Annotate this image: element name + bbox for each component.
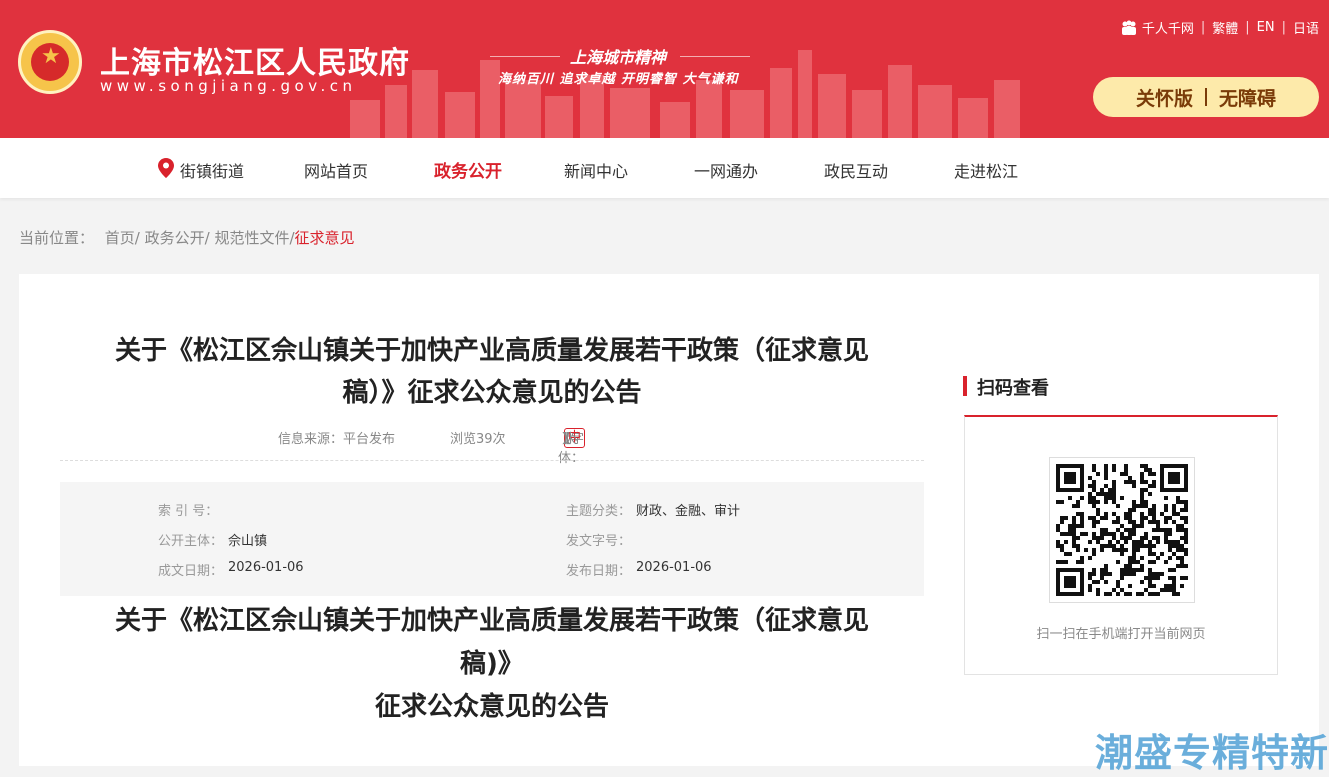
category-value: 财政、金融、审计	[636, 504, 741, 519]
separator: |	[1245, 20, 1250, 35]
info-source: 信息来源：平台发布	[278, 432, 396, 447]
created-date-value: 2026-01-06	[228, 560, 304, 575]
publisher-label: 公开主体：	[158, 534, 224, 549]
body-title-line-2: 稿)》	[460, 649, 524, 679]
nav-item-news[interactable]: 新闻中心	[564, 158, 628, 182]
breadcrumb-label: 当前位置：	[19, 229, 95, 247]
qr-section-title: 扫码查看	[963, 374, 1049, 400]
breadcrumb-current: 征求意见	[294, 229, 355, 247]
separator: |	[1281, 20, 1286, 35]
link-traditional-chinese[interactable]: 繁體	[1212, 18, 1238, 37]
body-title-line-1: 关于《松江区佘山镇关于加快产业高质量发展若干政策（征求意见	[114, 606, 869, 636]
link-japanese[interactable]: 日语	[1293, 18, 1319, 37]
category-label: 主题分类：	[566, 504, 632, 519]
qr-code-graphic	[1056, 464, 1188, 596]
people-icon	[1121, 20, 1136, 35]
body-title-line-3: 征求公众意见的公告	[374, 692, 609, 722]
nav-item-about[interactable]: 走进松江	[954, 158, 1018, 182]
nav-item-interaction[interactable]: 政民互动	[824, 158, 888, 182]
city-spirit-title: 上海城市精神	[570, 48, 667, 67]
breadcrumb: 当前位置： 首页/ 政务公开/ 规范性文件/征求意见	[19, 227, 355, 248]
article-body-title: 关于《松江区佘山镇关于加快产业高质量发展若干政策（征求意见 稿)》 征求公众意见…	[60, 600, 924, 729]
accessible-button[interactable]: 无障碍	[1219, 84, 1276, 111]
document-info-table: 索 引 号： 公开主体： 佘山镇 成文日期： 2026-01-06 主题分类： …	[60, 482, 924, 596]
qr-panel: 扫一扫在手机端打开当前网页	[964, 415, 1278, 675]
nav-item-towns[interactable]: 街镇街道	[180, 158, 244, 182]
site-header: ★ 上海市松江区人民政府 www.songjiang.gov.cn 上海城市精神…	[0, 0, 1329, 138]
font-size-close: 】	[562, 432, 576, 447]
published-date-label: 发布日期：	[566, 564, 632, 579]
care-mode-button[interactable]: 关怀版	[1136, 84, 1193, 111]
link-english[interactable]: EN	[1257, 20, 1275, 35]
national-emblem-logo[interactable]: ★	[18, 30, 82, 94]
link-qianren-qianwang[interactable]: 千人千网	[1142, 18, 1194, 37]
title-line-2: 稿）》征求公众意见的公告	[342, 378, 642, 408]
divider	[60, 460, 924, 461]
index-number-label: 索 引 号：	[158, 504, 219, 519]
breadcrumb-home[interactable]: 首页/	[105, 229, 140, 247]
city-spirit-motto: 海纳百川 追求卓越 开明睿智 大气谦和	[498, 72, 739, 87]
breadcrumb-normative-docs[interactable]: 规范性文件/	[214, 229, 294, 247]
page-title: 关于《松江区佘山镇关于加快产业高质量发展若干政策（征求意见 稿）》征求公众意见的…	[60, 330, 924, 414]
accessibility-toggle: 关怀版 无障碍	[1093, 77, 1319, 117]
location-pin-icon	[158, 158, 174, 178]
nav-item-gov-affairs[interactable]: 政务公开	[434, 157, 502, 182]
document-number-label: 发文字号：	[566, 534, 632, 549]
button-divider	[1205, 88, 1207, 106]
view-count: 浏览39次	[450, 432, 506, 447]
main-nav: 街镇街道 网站首页 政务公开 新闻中心 一网通办 政民互动 走进松江	[0, 138, 1329, 198]
watermark-text: 潮盛专精特新	[1094, 731, 1329, 775]
publisher-value: 佘山镇	[228, 534, 268, 549]
spirit-divider-left	[490, 56, 560, 57]
published-date-value: 2026-01-06	[636, 560, 712, 575]
separator: |	[1200, 20, 1206, 35]
spirit-divider-right	[680, 56, 750, 57]
site-title[interactable]: 上海市松江区人民政府	[100, 38, 410, 82]
created-date-label: 成文日期：	[158, 564, 224, 579]
breadcrumb-gov-affairs[interactable]: 政务公开/	[145, 229, 210, 247]
title-line-1: 关于《松江区佘山镇关于加快产业高质量发展若干政策（征求意见	[114, 336, 869, 366]
nav-item-online-services[interactable]: 一网通办	[694, 158, 758, 182]
nav-item-home[interactable]: 网站首页	[304, 158, 368, 182]
site-url: www.songjiang.gov.cn	[100, 77, 357, 95]
top-links: 千人千网 | 繁體 | EN | 日语	[1120, 18, 1319, 37]
qr-caption: 扫一扫在手机端打开当前网页	[1036, 627, 1206, 642]
qr-code-image	[1049, 457, 1195, 603]
